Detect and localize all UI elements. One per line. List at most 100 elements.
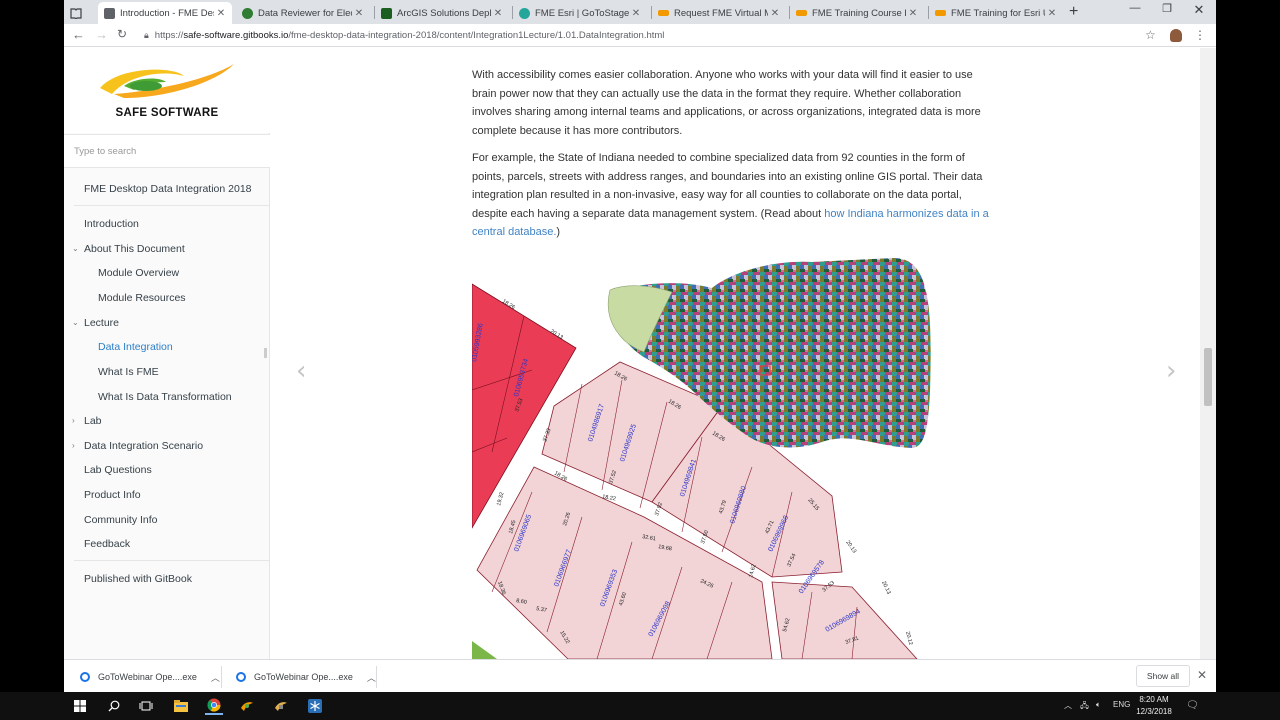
sidebar-item-label: Data Integration	[98, 341, 173, 353]
sidebar-item-label: Module Resources	[98, 292, 186, 304]
snowflake-app-icon[interactable]	[306, 697, 324, 715]
sidebar-item-label: What Is Data Transformation	[98, 391, 232, 403]
network-icon[interactable]: 🖧	[1080, 700, 1089, 714]
show-all-button[interactable]: Show all	[1136, 665, 1190, 687]
tab-label: Data Reviewer for Electric	[258, 7, 352, 19]
tab-fme-training-esri[interactable]: FME Training for Esri Utility ✕	[929, 2, 1063, 24]
notification-icon[interactable]: 🗨︎	[1186, 700, 1199, 711]
close-tab-icon[interactable]: ✕	[214, 8, 228, 19]
sidebar-item-label: About This Document	[84, 243, 185, 255]
sidebar-item-module-overview[interactable]: Module Overview	[64, 267, 270, 279]
chevron-right-icon[interactable]: ›	[72, 416, 75, 425]
chevron-up-icon[interactable]: ︿	[1064, 700, 1072, 711]
forward-arrow-icon[interactable]: →	[95, 27, 108, 42]
search-input[interactable]	[64, 135, 270, 167]
volume-icon[interactable]: 🔈︎	[1096, 700, 1101, 710]
file-explorer-icon[interactable]	[172, 697, 190, 715]
taskbar-clock[interactable]: 8:20 AM 12/3/2018	[1130, 694, 1178, 718]
sidebar-item-introduction[interactable]: Introduction	[64, 218, 270, 230]
sidebar-item-lecture[interactable]: ⌄ Lecture	[64, 317, 270, 329]
sidebar-divider	[74, 560, 270, 561]
sidebar-item-label: Lecture	[84, 317, 120, 329]
tab-arcgis-solutions[interactable]: ArcGIS Solutions Deployment ✕	[375, 2, 509, 24]
url-scheme: https://	[154, 30, 184, 41]
close-tab-icon[interactable]: ✕	[629, 8, 643, 19]
download-separator	[376, 666, 377, 688]
sidebar-item-what-is-data-transformation[interactable]: What Is Data Transformation	[64, 391, 270, 403]
tab-label: Request FME Virtual Machine	[674, 7, 768, 19]
sidebar-item-lab[interactable]: › Lab	[64, 415, 270, 427]
globe-favicon-icon	[242, 7, 253, 19]
book-title-link[interactable]: FME Desktop Data Integration 2018	[64, 183, 270, 195]
new-tab-icon[interactable]: +	[1069, 3, 1078, 21]
fme-data-inspector-icon[interactable]	[272, 697, 290, 715]
sidebar-item-lab-questions[interactable]: Lab Questions	[64, 464, 270, 476]
tab-fme-training-course[interactable]: FME Training Course Resources ✕	[790, 2, 924, 24]
chrome-icon[interactable]	[205, 697, 223, 715]
sidebar-item-data-integration-scenario[interactable]: › Data Integration Scenario	[64, 440, 270, 452]
chevron-right-icon[interactable]: ›	[72, 441, 75, 450]
chevron-up-icon[interactable]: ︿	[211, 671, 220, 684]
download-filename: GoToWebinar Ope....exe	[254, 672, 353, 682]
arcgis-favicon-icon	[381, 7, 392, 19]
sidebar-item-what-is-fme[interactable]: What Is FME	[64, 366, 270, 378]
sidebar-item-community-info[interactable]: Community Info	[64, 514, 270, 526]
tab-introduction[interactable]: Introduction - FME Desktop ✕	[98, 2, 232, 24]
tab-fme-esri-gotostage[interactable]: FME Esri | GoToStage.com ✕	[513, 2, 647, 24]
tab-strip: Introduction - FME Desktop ✕ Data Review…	[64, 0, 1216, 24]
close-tab-icon[interactable]: ✕	[491, 8, 505, 19]
close-tab-icon[interactable]: ✕	[906, 8, 920, 19]
sidebar-item-label: Module Overview	[98, 267, 180, 279]
fme-workbench-icon[interactable]	[238, 697, 256, 715]
sidebar-item-product-info[interactable]: Product Info	[64, 489, 270, 501]
sidebar-item-label: Data Integration Scenario	[84, 440, 204, 452]
next-page-arrow-icon[interactable]: ›	[1166, 356, 1176, 386]
task-view-icon[interactable]	[137, 697, 155, 715]
fme-favicon-icon	[935, 10, 946, 16]
dimension-label: 20.13	[880, 580, 891, 595]
restore-icon[interactable]: ❐	[1152, 2, 1182, 15]
close-tab-icon[interactable]: ✕	[352, 8, 366, 19]
sidebar-item-feedback[interactable]: Feedback	[64, 538, 270, 550]
page-scrollbar[interactable]	[1200, 48, 1216, 659]
download-item[interactable]: GoToWebinar Ope....exe ︿	[80, 668, 220, 686]
safe-software-logo[interactable]: SAFE SOFTWARE	[64, 48, 270, 133]
published-with-gitbook-link[interactable]: Published with GitBook	[64, 573, 270, 585]
close-tab-icon[interactable]: ✕	[768, 8, 782, 19]
book-title-label: FME Desktop Data Integration 2018	[84, 183, 252, 195]
tab-request-fme-vm[interactable]: Request FME Virtual Machine ✕	[652, 2, 786, 24]
close-download-bar-icon[interactable]: ✕	[1197, 668, 1207, 682]
scrollbar-thumb[interactable]	[1204, 348, 1212, 406]
reload-icon[interactable]: ↻	[117, 27, 127, 41]
bookmark-star-icon[interactable]: ☆	[1145, 28, 1156, 42]
tab-label: FME Esri | GoToStage.com	[535, 7, 629, 19]
book-icon[interactable]	[70, 2, 82, 24]
profile-avatar[interactable]	[1170, 29, 1182, 42]
close-tab-icon[interactable]: ✕	[1045, 8, 1059, 19]
paragraph-end: )	[556, 226, 561, 239]
tab-data-reviewer[interactable]: Data Reviewer for Electric ✕	[236, 2, 370, 24]
language-indicator[interactable]: ENG	[1113, 700, 1130, 709]
address-bar[interactable]: 🔒︎ https://safe-software.gitbooks.io/fme…	[144, 26, 1134, 45]
download-progress-icon	[80, 672, 90, 682]
tab-label: FME Training for Esri Utility	[951, 7, 1045, 19]
sidebar-resize-handle[interactable]	[264, 348, 267, 358]
menu-kebab-icon[interactable]: ⋮	[1194, 28, 1206, 42]
previous-page-arrow-icon[interactable]: ‹	[296, 356, 306, 386]
paragraph-indiana-example: For example, the State of Indiana needed…	[472, 149, 996, 242]
gotostage-favicon-icon	[519, 7, 530, 19]
sidebar-item-about-this-document[interactable]: ⌄ About This Document	[64, 243, 270, 255]
sidebar-search-box[interactable]	[64, 134, 270, 168]
minimize-icon[interactable]: —	[1120, 2, 1150, 14]
download-item[interactable]: GoToWebinar Ope....exe ︿	[236, 668, 376, 686]
chevron-down-icon[interactable]: ⌄	[72, 244, 79, 253]
sidebar-item-data-integration[interactable]: Data Integration	[64, 341, 270, 353]
search-icon[interactable]	[105, 697, 123, 715]
chevron-up-icon[interactable]: ︿	[367, 671, 376, 684]
chevron-down-icon[interactable]: ⌄	[72, 318, 79, 327]
back-arrow-icon[interactable]: ←	[72, 27, 85, 42]
close-window-icon[interactable]: ✕	[1184, 2, 1214, 18]
windows-start-icon[interactable]	[71, 697, 89, 715]
sidebar-item-module-resources[interactable]: Module Resources	[64, 292, 270, 304]
book-favicon-icon	[104, 7, 115, 19]
